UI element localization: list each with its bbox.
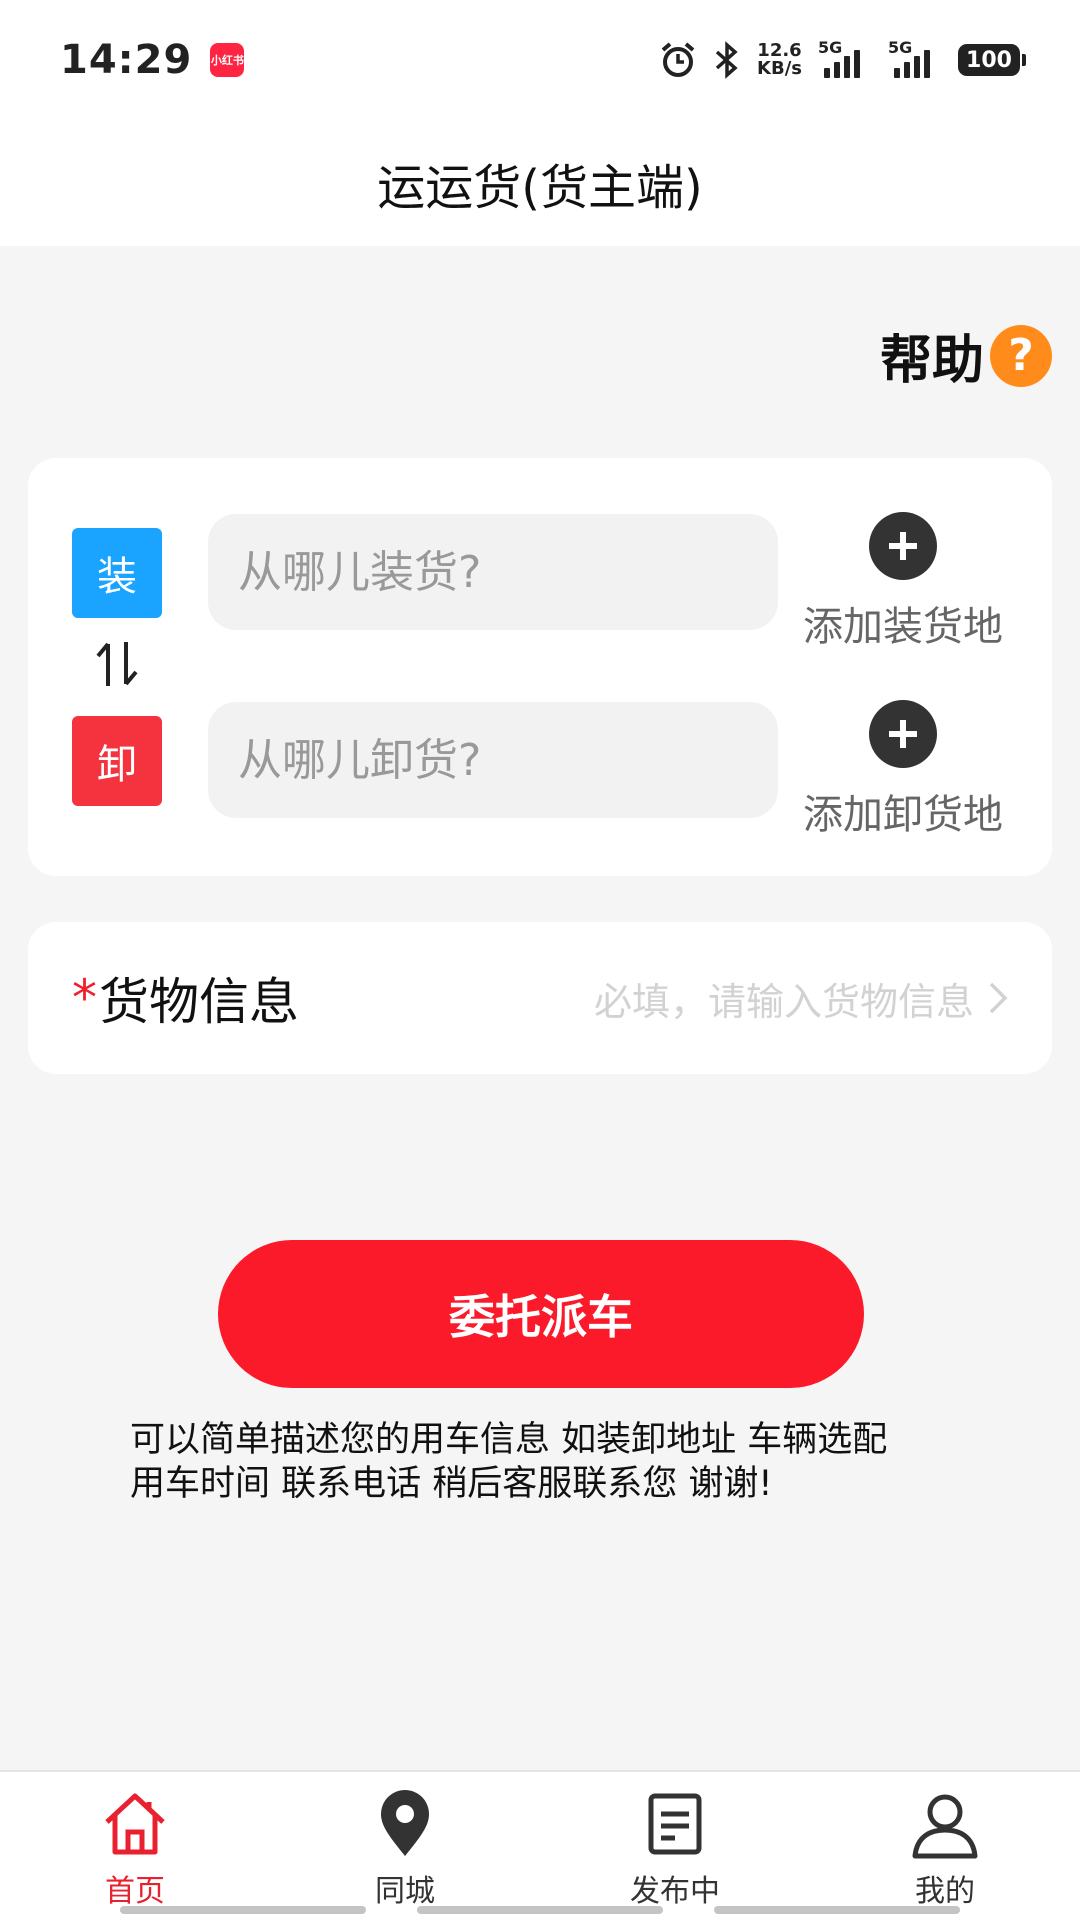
net-speed: 12.6 KB/s — [757, 40, 802, 79]
header: 运运货(货主端) — [0, 120, 1080, 246]
note-line-2: 用车时间 联系电话 稍后客服联系您 谢谢! — [130, 1464, 773, 1504]
user-icon — [912, 1794, 978, 1859]
cargo-info-label: 货物信息 — [99, 973, 299, 1031]
add-unload-place-label: 添加卸货地 — [803, 792, 1003, 838]
unload-address-input[interactable] — [208, 702, 778, 818]
cargo-info-row[interactable]: * 货物信息 必填，请输入货物信息 — [28, 922, 1052, 1074]
signal-strength-icon-2: 5G — [888, 38, 942, 78]
swap-icon[interactable] — [90, 636, 144, 692]
page-title: 运运货(货主端) — [377, 160, 703, 216]
nav-label-mine: 我的 — [915, 1874, 975, 1909]
status-icons: 12.6 KB/s 5G 5G 100 — [659, 38, 1026, 79]
load-address-input[interactable] — [208, 514, 778, 630]
document-icon — [648, 1793, 702, 1855]
home-icon — [105, 1793, 165, 1855]
help-button[interactable]: 帮助 ? — [880, 318, 1052, 393]
help-label: 帮助 — [879, 331, 984, 391]
nav-item-home[interactable]: 首页 — [0, 1772, 270, 1920]
nav-label-city: 同城 — [375, 1874, 435, 1909]
page: 14:29 小红书 12.6 KB/s 5G 5G 100 运运货(货主端) 帮… — [0, 0, 1080, 1920]
status-bar: 14:29 小红书 12.6 KB/s 5G 5G 100 — [0, 0, 1080, 120]
question-icon: ? — [990, 324, 1052, 387]
nav-item-publishing[interactable]: 发布中 — [540, 1772, 810, 1920]
bluetooth-icon — [715, 41, 738, 79]
add-load-place-button[interactable]: 添加装货地 — [788, 512, 1018, 652]
xiaohongshu-icon: 小红书 — [210, 43, 245, 77]
nav-indicator — [120, 1906, 960, 1914]
nav-item-city[interactable]: 同城 — [270, 1772, 540, 1920]
plus-icon — [869, 512, 937, 580]
cargo-info-placeholder: 必填，请输入货物信息 — [593, 979, 974, 1024]
unload-tag: 卸 — [72, 716, 162, 806]
nav-item-mine[interactable]: 我的 — [810, 1772, 1080, 1920]
chevron-right-icon — [989, 982, 1008, 1014]
note-line-1: 可以简单描述您的用车信息 如装卸地址 车辆选配 — [130, 1420, 888, 1460]
nav-label-home: 首页 — [105, 1874, 165, 1909]
bottom-nav: 首页 同城 发布中 我的 — [0, 1770, 1080, 1920]
location-pin-icon — [381, 1790, 429, 1856]
battery-icon: 100 — [958, 44, 1026, 76]
address-card: 装 卸 添加装货地 添加卸货地 — [28, 458, 1052, 876]
add-unload-place-button[interactable]: 添加卸货地 — [788, 700, 1018, 840]
load-tag: 装 — [72, 528, 162, 618]
nav-label-publishing: 发布中 — [630, 1874, 720, 1909]
status-time: 14:29 — [60, 37, 193, 83]
alarm-icon — [661, 42, 695, 77]
required-mark: * — [72, 969, 97, 1027]
dispatch-button[interactable]: 委托派车 — [218, 1240, 864, 1388]
add-load-place-label: 添加装货地 — [803, 604, 1003, 650]
note-text: 可以简单描述您的用车信息 如装卸地址 车辆选配 用车时间 联系电话 稍后客服联系… — [130, 1418, 970, 1506]
plus-icon — [869, 700, 937, 768]
signal-strength-icon: 5G — [818, 38, 872, 78]
